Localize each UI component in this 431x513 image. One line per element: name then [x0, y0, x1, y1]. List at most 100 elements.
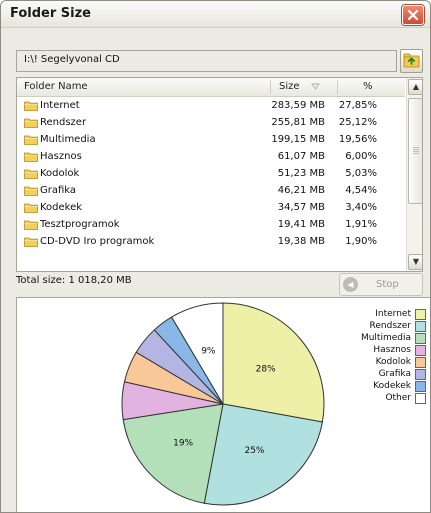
folder-size: 255,81 MB — [271, 117, 325, 128]
list-item[interactable]: Hasznos 61,07 MB 6,00% — [17, 148, 405, 165]
legend-label: Other — [385, 393, 411, 403]
folder-icon — [24, 203, 38, 213]
chart-panel: 28% 25% 19% 9% Internet Rendszer Multimedia Ha… — [16, 297, 430, 512]
folder-size: 46,21 MB — [277, 185, 325, 196]
folder-icon — [24, 237, 38, 247]
folder-name: Multimedia — [40, 134, 96, 145]
title-bar: Folder Size — [1, 1, 430, 28]
legend-entry: Internet — [337, 308, 427, 320]
legend-entry: Grafika — [337, 368, 427, 380]
slice-label: 9% — [201, 346, 216, 356]
vertical-scrollbar[interactable]: ▲ ▼ — [406, 78, 422, 271]
legend-label: Hasznos — [373, 345, 411, 355]
pie-slice-internet — [222, 302, 325, 423]
folder-name: Hasznos — [40, 151, 82, 162]
folder-name: Rendszer — [40, 117, 87, 128]
chart-legend: Internet Rendszer Multimedia Hasznos Kodolok… — [337, 308, 427, 404]
legend-swatch — [415, 309, 426, 320]
folder-name: CD-DVD Iro programok — [40, 236, 155, 247]
list-item[interactable]: Kodolok 51,23 MB 5,03% — [17, 165, 405, 182]
list-item[interactable]: Internet 283,59 MB 27,85% — [17, 97, 405, 114]
list-item[interactable]: Tesztprogramok 19,41 MB 1,91% — [17, 216, 405, 233]
close-button[interactable] — [402, 5, 424, 25]
legend-swatch — [415, 333, 426, 344]
legend-label: Internet — [375, 309, 411, 319]
legend-entry: Multimedia — [337, 332, 427, 344]
legend-swatch — [415, 369, 426, 380]
legend-label: Kodolok — [375, 357, 411, 367]
legend-swatch — [415, 381, 426, 392]
legend-entry: Kodekek — [337, 380, 427, 392]
legend-label: Multimedia — [360, 333, 411, 343]
folder-icon — [24, 101, 38, 111]
slice-label: 28% — [256, 364, 276, 374]
slice-label: 25% — [244, 446, 264, 456]
legend-label: Kodekek — [373, 381, 411, 391]
list-item[interactable]: Kodekek 34,57 MB 3,40% — [17, 199, 405, 216]
folder-list[interactable]: Folder Name Size % Internet 283,59 MB 27,8… — [16, 77, 423, 272]
folder-percent: 4,54% — [345, 185, 377, 196]
column-percent[interactable]: % — [363, 81, 373, 92]
folder-percent: 1,90% — [345, 236, 377, 247]
stop-button[interactable]: ◀ Stop — [339, 273, 423, 296]
folder-percent: 5,03% — [345, 168, 377, 179]
folder-name: Kodolok — [40, 168, 80, 179]
folder-size-window: Folder Size I:\! Segelyvonal CD Folder N… — [0, 0, 431, 513]
folder-icon — [24, 118, 38, 128]
folder-icon — [24, 135, 38, 145]
folder-icon — [24, 220, 38, 230]
legend-swatch — [415, 321, 426, 332]
folder-icon — [24, 186, 38, 196]
close-icon — [407, 9, 419, 21]
column-folder-name[interactable]: Folder Name — [24, 81, 88, 92]
arrow-left-icon: ◀ — [343, 277, 358, 292]
folder-name: Kodekek — [40, 202, 83, 213]
folder-percent: 1,91% — [345, 219, 377, 230]
folder-percent: 19,56% — [338, 134, 377, 145]
window-title: Folder Size — [10, 6, 92, 21]
folder-percent: 6,00% — [345, 151, 377, 162]
scroll-thumb[interactable] — [408, 98, 422, 204]
folder-name: Internet — [40, 100, 80, 111]
slice-label: 19% — [173, 439, 193, 449]
legend-label: Grafika — [378, 369, 411, 379]
folder-size: 19,38 MB — [277, 236, 325, 247]
list-item[interactable]: Multimedia 199,15 MB 19,56% — [17, 131, 405, 148]
folder-size: 51,23 MB — [277, 168, 325, 179]
list-item[interactable]: Grafika 46,21 MB 4,54% — [17, 182, 405, 199]
legend-entry: Rendszer — [337, 320, 427, 332]
folder-size: 34,57 MB — [277, 202, 325, 213]
folder-up-icon — [403, 53, 420, 68]
folder-size: 199,15 MB — [271, 134, 325, 145]
sort-desc-icon — [311, 83, 320, 90]
scroll-down-button[interactable]: ▼ — [408, 254, 422, 270]
legend-swatch — [415, 345, 426, 356]
legend-entry: Other — [337, 392, 427, 404]
folder-percent: 27,85% — [338, 100, 377, 111]
list-item[interactable]: Rendszer 255,81 MB 25,12% — [17, 114, 405, 131]
pie-chart: 28% 25% 19% 9% — [121, 302, 325, 506]
folder-name: Grafika — [40, 185, 77, 196]
folder-name: Tesztprogramok — [40, 219, 120, 230]
legend-label: Rendszer — [369, 321, 411, 331]
up-folder-button[interactable] — [400, 49, 423, 73]
legend-swatch — [415, 357, 426, 368]
legend-entry: Hasznos — [337, 344, 427, 356]
folder-icon — [24, 152, 38, 162]
total-size-label: Total size: 1 018,20 MB — [16, 275, 132, 286]
folder-icon — [24, 169, 38, 179]
scroll-up-button[interactable]: ▲ — [408, 79, 422, 95]
path-text: I:\! Segelyvonal CD — [24, 54, 120, 65]
folder-size: 61,07 MB — [277, 151, 325, 162]
legend-entry: Kodolok — [337, 356, 427, 368]
list-item[interactable]: CD-DVD Iro programok 19,38 MB 1,90% — [17, 233, 405, 250]
folder-size: 19,41 MB — [277, 219, 325, 230]
folder-percent: 3,40% — [345, 202, 377, 213]
list-header: Folder Name Size % — [17, 78, 405, 97]
legend-swatch — [415, 393, 426, 404]
stop-label: Stop — [376, 279, 399, 290]
list-rows: Internet 283,59 MB 27,85% Rendszer 255,81 MB… — [17, 97, 405, 250]
path-field[interactable]: I:\! Segelyvonal CD — [16, 50, 397, 72]
column-size[interactable]: Size — [279, 81, 300, 92]
folder-percent: 25,12% — [338, 117, 377, 128]
